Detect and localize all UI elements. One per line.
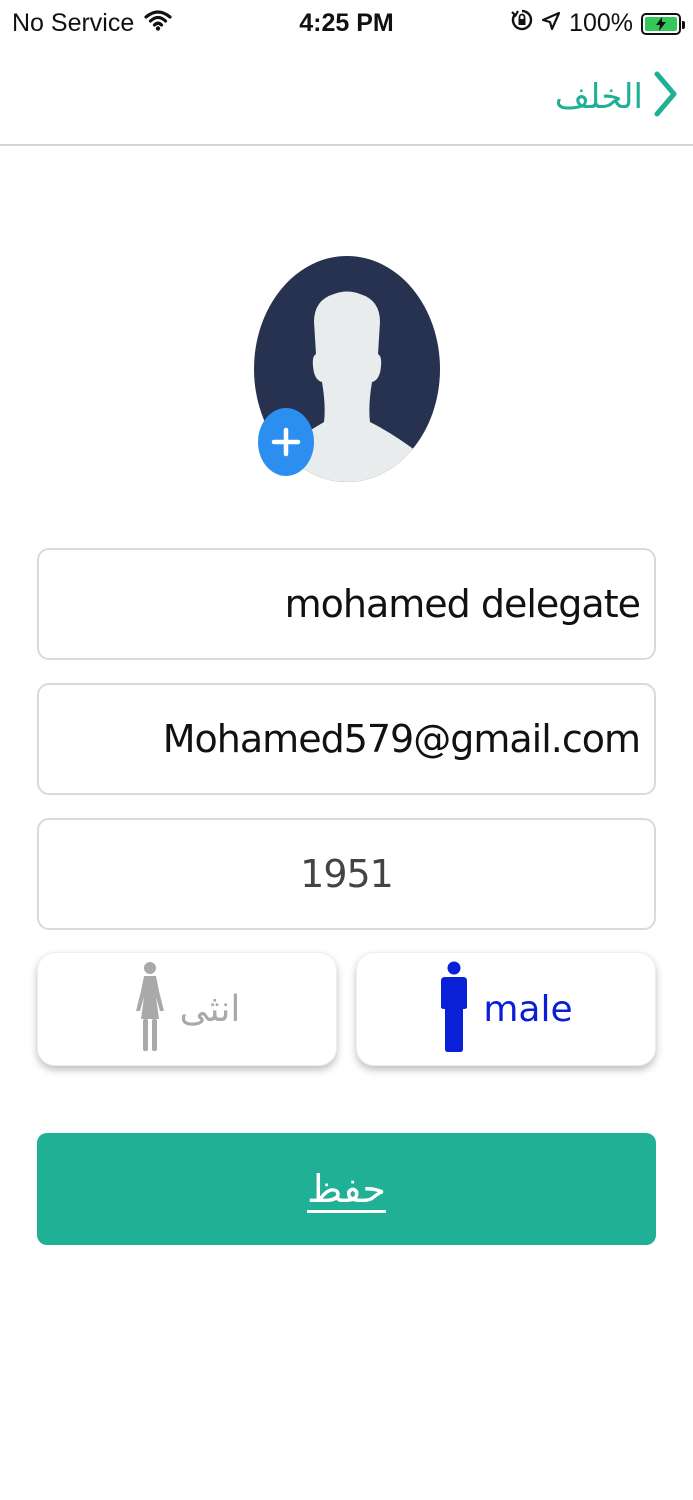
birth-year-field[interactable]: 1951 (37, 818, 656, 930)
gender-male-button[interactable]: male (356, 952, 656, 1066)
female-icon (134, 961, 166, 1058)
name-value: mohamed delegate (284, 582, 641, 626)
battery-icon (641, 12, 685, 35)
name-field[interactable]: mohamed delegate (37, 548, 656, 660)
back-button[interactable]: الخلف (555, 70, 679, 123)
status-right: 100% (511, 9, 685, 38)
save-button[interactable]: حفظ (37, 1133, 656, 1245)
chevron-right-icon (653, 70, 679, 123)
location-arrow-icon (541, 9, 561, 38)
nav-bar: الخلف (0, 52, 693, 146)
female-label: انثى (179, 988, 241, 1030)
male-icon (439, 961, 469, 1058)
status-bar: No Service 4:25 PM 100% (0, 0, 693, 50)
orientation-lock-icon (511, 9, 533, 38)
male-label: male (483, 988, 573, 1030)
add-photo-button[interactable] (258, 408, 314, 476)
battery-percent: 100% (569, 9, 633, 37)
gender-female-button[interactable]: انثى (37, 952, 337, 1066)
save-label: حفظ (307, 1167, 386, 1211)
birth-year-value: 1951 (300, 852, 394, 896)
plus-icon (271, 427, 301, 457)
email-value: Mohamed579@gmail.com (162, 717, 641, 761)
back-label: الخلف (554, 76, 643, 117)
email-field[interactable]: Mohamed579@gmail.com (37, 683, 656, 795)
